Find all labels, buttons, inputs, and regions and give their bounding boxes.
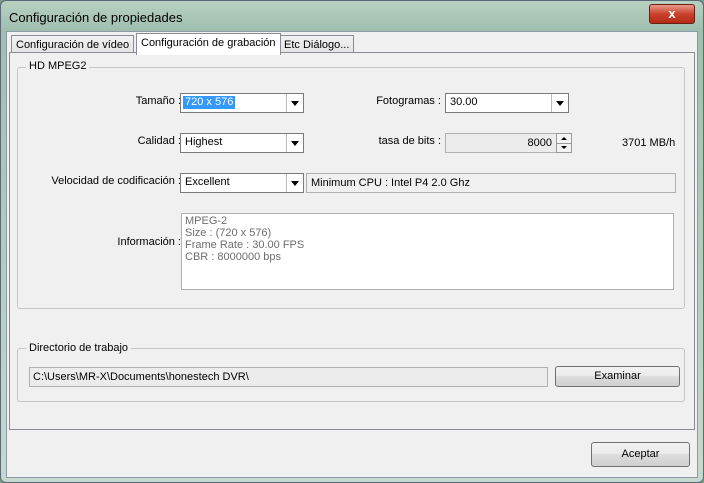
working-dir-path-field[interactable]: C:\Users\MR-X\Documents\honestech DVR\ (29, 367, 548, 387)
working-dir-title: Directorio de trabajo (26, 342, 132, 354)
browse-button-label: Examinar (594, 370, 641, 382)
chevron-down-icon[interactable] (286, 94, 303, 112)
dialog-client-area: Configuración de vídeo Configuración de … (6, 31, 698, 478)
tab-label: Etc Diálogo... (284, 39, 350, 51)
size-label: Tamaño : (135, 95, 181, 107)
info-line: CBR : 8000000 bps (185, 251, 282, 263)
bitrate-spinner[interactable] (556, 133, 572, 153)
title-bar[interactable]: Configuración de propiedades x (1, 1, 703, 31)
close-icon: x (668, 6, 676, 21)
properties-window: Configuración de propiedades x Configura… (0, 0, 704, 483)
quality-value: Highest (185, 136, 223, 148)
info-label: Información : (117, 236, 181, 248)
bitrate-input[interactable]: 8000 (445, 133, 557, 153)
bitrate-label: tasa de bits : (378, 135, 441, 147)
tab-recording-settings[interactable]: Configuración de grabación (136, 33, 281, 55)
info-line: Size : (720 x 576) (185, 227, 272, 239)
spin-down-icon[interactable] (557, 143, 571, 152)
fps-value: 30.00 (450, 96, 478, 108)
info-line: MPEG-2 (185, 215, 228, 227)
fps-label: Fotogramas : (376, 95, 441, 107)
min-cpu-field: Minimum CPU : Intel P4 2.0 Ghz (306, 173, 676, 193)
size-value: 720 x 576 (183, 96, 236, 109)
chevron-down-icon[interactable] (551, 94, 568, 112)
quality-dropdown[interactable]: Highest (180, 133, 304, 153)
bitrate-rate-text: 3701 MB/h (622, 137, 676, 149)
chevron-down-icon[interactable] (286, 134, 303, 152)
window-title: Configuración de propiedades (9, 10, 183, 25)
size-dropdown[interactable]: 720 x 576 (180, 93, 304, 113)
ok-button[interactable]: Aceptar (591, 442, 690, 467)
fps-dropdown[interactable]: 30.00 (445, 93, 569, 113)
browse-button[interactable]: Examinar (555, 366, 680, 387)
chevron-down-icon[interactable] (286, 174, 303, 192)
close-button[interactable]: x (649, 4, 695, 24)
tab-label: Configuración de grabación (141, 37, 276, 49)
working-dir-path: C:\Users\MR-X\Documents\honestech DVR\ (33, 371, 249, 383)
min-cpu-text: Minimum CPU : Intel P4 2.0 Ghz (311, 177, 470, 189)
info-line: Frame Rate : 30.00 FPS (185, 239, 305, 251)
quality-label: Calidad : (137, 135, 181, 147)
encoding-speed-label: Velocidad de codificación : (51, 175, 181, 187)
encoding-speed-value: Excellent (185, 176, 230, 188)
bitrate-value: 8000 (527, 137, 552, 149)
tab-panel-recording: HD MPEG2 Tamaño : 720 x 576 Fotogramas :… (9, 52, 695, 430)
tab-label: Configuración de vídeo (16, 39, 130, 51)
ok-button-label: Aceptar (621, 448, 660, 460)
info-textarea[interactable]: MPEG-2 Size : (720 x 576) Frame Rate : 3… (181, 213, 674, 290)
encoding-speed-dropdown[interactable]: Excellent (180, 173, 304, 193)
hd-mpeg2-group-title: HD MPEG2 (26, 60, 90, 72)
